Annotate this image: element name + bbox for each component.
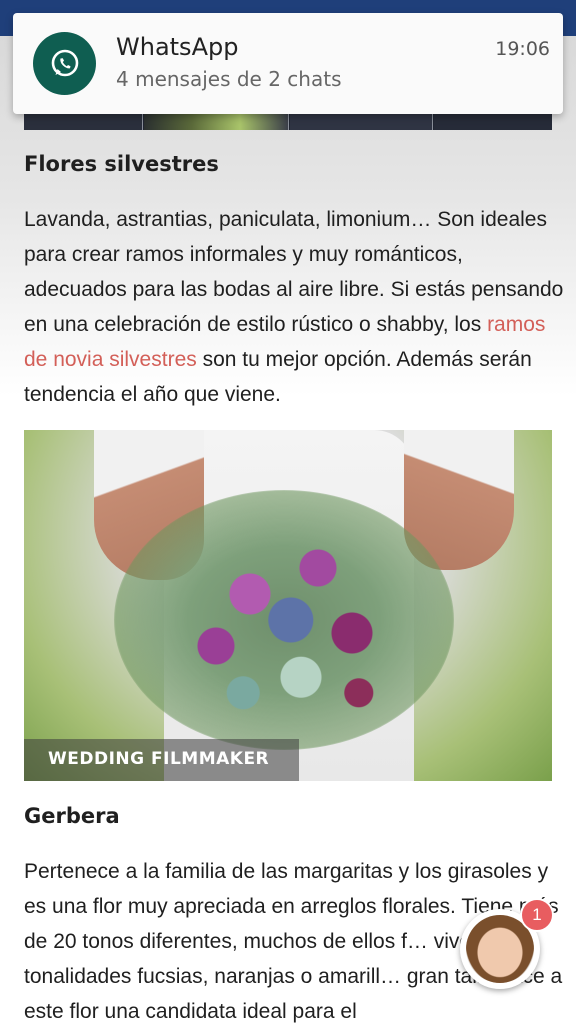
gallery-thumb[interactable] [434,112,552,130]
notification-time: 19:06 [495,38,550,60]
bouquet-photo[interactable]: WEDDING FILMMAKER [24,430,552,781]
section-paragraph: Lavanda, astrantias, paniculata, limoniu… [24,202,564,412]
section-heading: Gerbera [24,804,120,828]
notification-title: WhatsApp [116,33,239,61]
whatsapp-icon [33,32,96,95]
photo-caption[interactable]: WEDDING FILMMAKER [48,749,269,769]
whatsapp-notification[interactable]: WhatsApp 4 mensajes de 2 chats 19:06 [13,13,563,114]
gallery-strip[interactable] [24,112,552,130]
paragraph-text: Lavanda, astrantias, paniculata, limoniu… [24,208,564,336]
notification-message: 4 mensajes de 2 chats [116,67,342,91]
section-heading: Flores silvestres [24,152,219,176]
bouquet-shape [114,490,454,750]
gallery-thumb[interactable] [24,112,143,130]
gallery-thumb[interactable] [290,112,433,130]
chat-notification-badge[interactable]: 1 [520,898,554,932]
gallery-thumb[interactable] [144,112,289,130]
